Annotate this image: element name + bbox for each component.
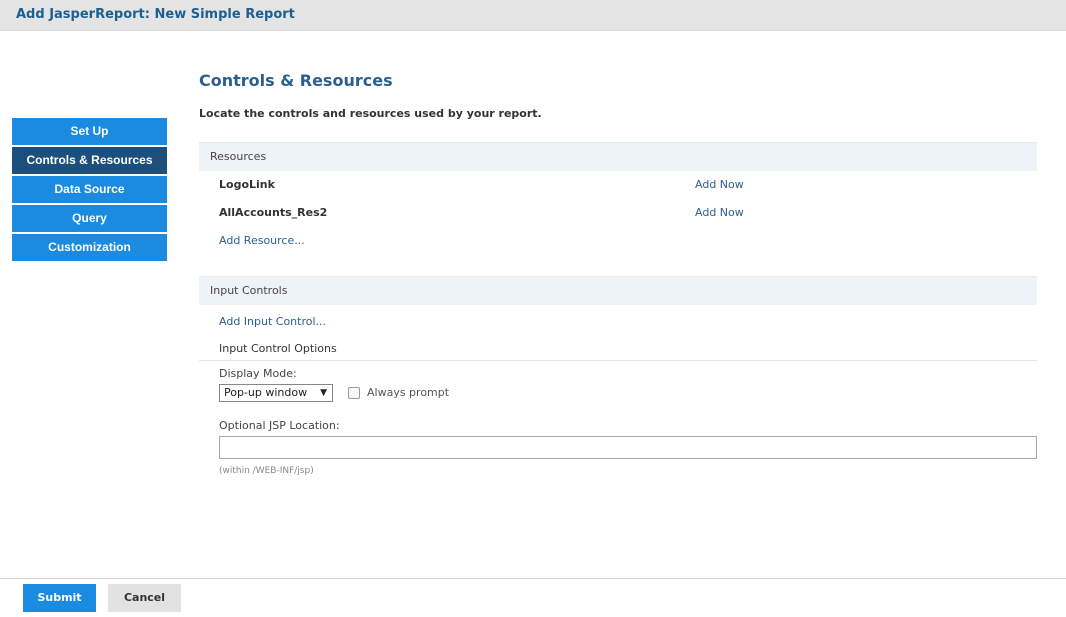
submit-button[interactable]: Submit [23, 584, 96, 612]
resource-name-allaccounts: AllAccounts_Res2 [219, 206, 328, 219]
jsp-location-input[interactable] [219, 436, 1037, 459]
nav-item-data-source[interactable]: Data Source [12, 176, 167, 203]
cancel-button[interactable]: Cancel [108, 584, 181, 612]
always-prompt-checkbox[interactable] [348, 387, 360, 399]
add-now-link-logolink[interactable]: Add Now [695, 178, 744, 191]
footer-bar: Submit Cancel [0, 578, 1066, 617]
page-subtitle: Locate the controls and resources used b… [199, 107, 542, 120]
options-divider [199, 360, 1037, 361]
wizard-nav: Set Up Controls & Resources Data Source … [12, 118, 167, 263]
add-now-link-allaccounts[interactable]: Add Now [695, 206, 744, 219]
jsp-location-hint: (within /WEB-INF/jsp) [219, 466, 314, 476]
caret-down-icon: ▼ [320, 388, 327, 398]
page-title: Controls & Resources [199, 71, 393, 90]
display-mode-select[interactable]: Pop-up window ▼ [219, 384, 333, 402]
window-titlebar: Add JasperReport: New Simple Report [0, 0, 1066, 31]
display-mode-selected: Pop-up window [224, 386, 308, 399]
add-input-control-link[interactable]: Add Input Control... [219, 315, 326, 328]
input-controls-section-header: Input Controls [199, 276, 1037, 305]
nav-item-customization[interactable]: Customization [12, 234, 167, 261]
always-prompt-label: Always prompt [367, 386, 450, 399]
jsp-location-label: Optional JSP Location: [219, 419, 340, 432]
resources-section-header: Resources [199, 142, 1037, 171]
nav-item-controls-resources[interactable]: Controls & Resources [12, 147, 167, 174]
nav-item-set-up[interactable]: Set Up [12, 118, 167, 145]
nav-item-query[interactable]: Query [12, 205, 167, 232]
window-title: Add JasperReport: New Simple Report [16, 7, 295, 22]
input-control-options-label: Input Control Options [219, 342, 337, 355]
resource-name-logolink: LogoLink [219, 178, 275, 191]
add-resource-link[interactable]: Add Resource... [219, 234, 305, 247]
display-mode-label: Display Mode: [219, 367, 297, 380]
